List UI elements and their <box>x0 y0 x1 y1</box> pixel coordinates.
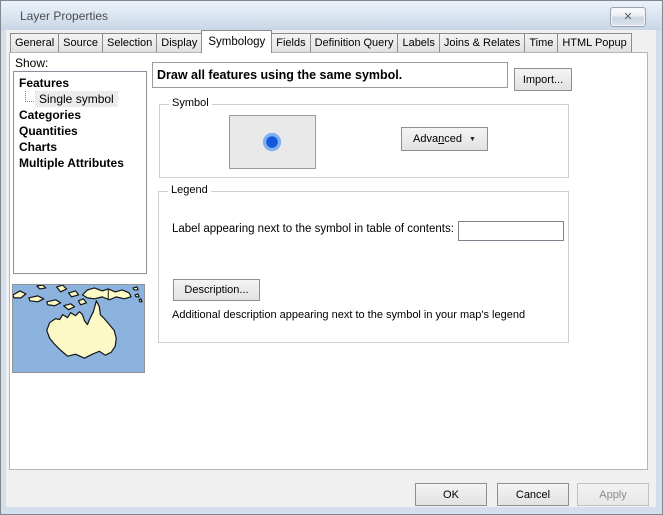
show-label: Show: <box>15 56 48 70</box>
legend-label-text: Label appearing next to the symbol in ta… <box>172 223 454 235</box>
tab-general[interactable]: General <box>10 33 59 52</box>
advanced-button[interactable]: Advanced ▼ <box>401 127 488 151</box>
tab-display[interactable]: Display <box>156 33 202 52</box>
symbology-tab-page: Show: Features Single symbol Categories … <box>9 52 648 470</box>
tab-symbology[interactable]: Symbology <box>201 30 272 53</box>
ok-button[interactable]: OK <box>415 483 487 506</box>
show-item-features[interactable]: Features <box>14 75 146 91</box>
symbol-group: Symbol Advanced ▼ <box>159 104 569 178</box>
import-button[interactable]: Import... <box>514 68 572 91</box>
cancel-button[interactable]: Cancel <box>497 483 569 506</box>
tab-strip: General Source Selection Display Symbolo… <box>10 31 631 52</box>
legend-label-input[interactable] <box>458 221 564 241</box>
show-list: Features Single symbol Categories Quanti… <box>13 71 147 274</box>
layer-properties-dialog: Layer Properties ✕ General Source Select… <box>0 0 663 515</box>
tab-labels[interactable]: Labels <box>397 33 439 52</box>
tab-html-popup[interactable]: HTML Popup <box>557 33 631 52</box>
apply-button[interactable]: Apply <box>577 483 649 506</box>
show-item-categories[interactable]: Categories <box>14 107 146 123</box>
show-item-multiple-attributes[interactable]: Multiple Attributes <box>14 155 146 171</box>
map-preview <box>12 284 145 373</box>
title-bar[interactable]: Layer Properties ✕ <box>1 1 662 30</box>
method-description-text: Draw all features using the same symbol. <box>153 68 402 82</box>
symbol-preview-button[interactable] <box>229 115 316 169</box>
show-item-charts[interactable]: Charts <box>14 139 146 155</box>
tab-definition-query[interactable]: Definition Query <box>310 33 399 52</box>
tab-time[interactable]: Time <box>524 33 558 52</box>
dropdown-arrow-icon: ▼ <box>469 136 476 143</box>
close-button[interactable]: ✕ <box>610 7 646 27</box>
tab-fields[interactable]: Fields <box>271 33 310 52</box>
oceania-map-image <box>13 285 144 372</box>
description-button[interactable]: Description... <box>173 279 260 301</box>
legend-group: Legend Label appearing next to the symbo… <box>158 191 569 343</box>
tab-selection[interactable]: Selection <box>102 33 157 52</box>
symbol-group-label: Symbol <box>169 97 212 109</box>
tab-source[interactable]: Source <box>58 33 103 52</box>
window-title: Layer Properties <box>20 9 108 23</box>
close-icon: ✕ <box>623 11 632 23</box>
show-item-quantities[interactable]: Quantities <box>14 123 146 139</box>
method-description-box: Draw all features using the same symbol. <box>152 62 508 88</box>
dialog-body: General Source Selection Display Symbolo… <box>6 30 656 507</box>
show-item-single-symbol[interactable]: Single symbol <box>14 91 146 107</box>
legend-description-note: Additional description appearing next to… <box>172 309 525 321</box>
legend-group-label: Legend <box>168 184 211 196</box>
tree-connector-icon <box>25 91 34 102</box>
tab-joins-relates[interactable]: Joins & Relates <box>439 33 525 52</box>
point-symbol-icon <box>230 116 315 168</box>
